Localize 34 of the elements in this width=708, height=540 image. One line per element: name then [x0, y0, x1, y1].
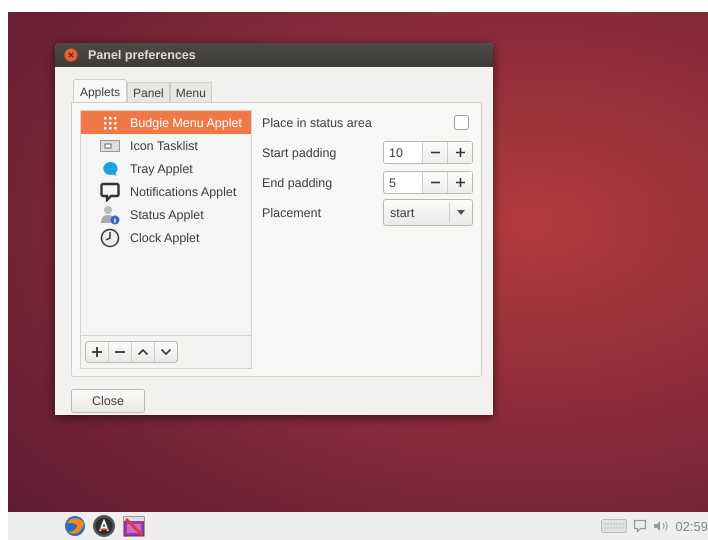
window-icon [100, 140, 120, 152]
checkbox[interactable] [454, 115, 469, 130]
caret-icon [457, 210, 465, 215]
dropdown[interactable]: start [383, 199, 473, 226]
grid-icon [102, 114, 118, 130]
software-center-icon[interactable] [92, 514, 116, 538]
settings-window-icon[interactable] [122, 514, 146, 538]
setting-label: End padding [262, 176, 332, 190]
setting-label: Start padding [262, 146, 336, 160]
window-title: Panel preferences [88, 48, 196, 62]
plus-icon [91, 346, 103, 358]
list-item[interactable]: Tray Applet [81, 157, 251, 180]
clock-icon [100, 228, 120, 248]
list-item[interactable]: Icon Tasklist [81, 134, 251, 157]
plus-icon[interactable] [454, 177, 466, 188]
chat-icon [100, 182, 120, 202]
close-button[interactable]: Close [71, 389, 145, 413]
setting-label: Place in status area [262, 116, 372, 130]
user-info-icon [100, 204, 120, 224]
close-icon[interactable] [64, 48, 78, 62]
chevron-up-icon [137, 346, 149, 358]
tab[interactable]: Menu [170, 82, 212, 102]
plus-icon[interactable] [454, 147, 466, 158]
tab[interactable]: Applets [73, 79, 128, 102]
list-item[interactable]: Notifications Applet [81, 180, 251, 203]
list-item[interactable]: Status Applet [81, 203, 251, 226]
spin-field[interactable]: 10 [383, 141, 473, 164]
tab[interactable]: Panel [127, 82, 170, 102]
globe-icon[interactable] [64, 515, 86, 537]
list-item[interactable]: Clock Applet [81, 226, 251, 249]
setting-label: Placement [262, 206, 322, 220]
spin-field[interactable]: 5 [383, 171, 473, 194]
speech-bubble-icon [102, 160, 118, 176]
chevron-down-icon [160, 346, 172, 358]
